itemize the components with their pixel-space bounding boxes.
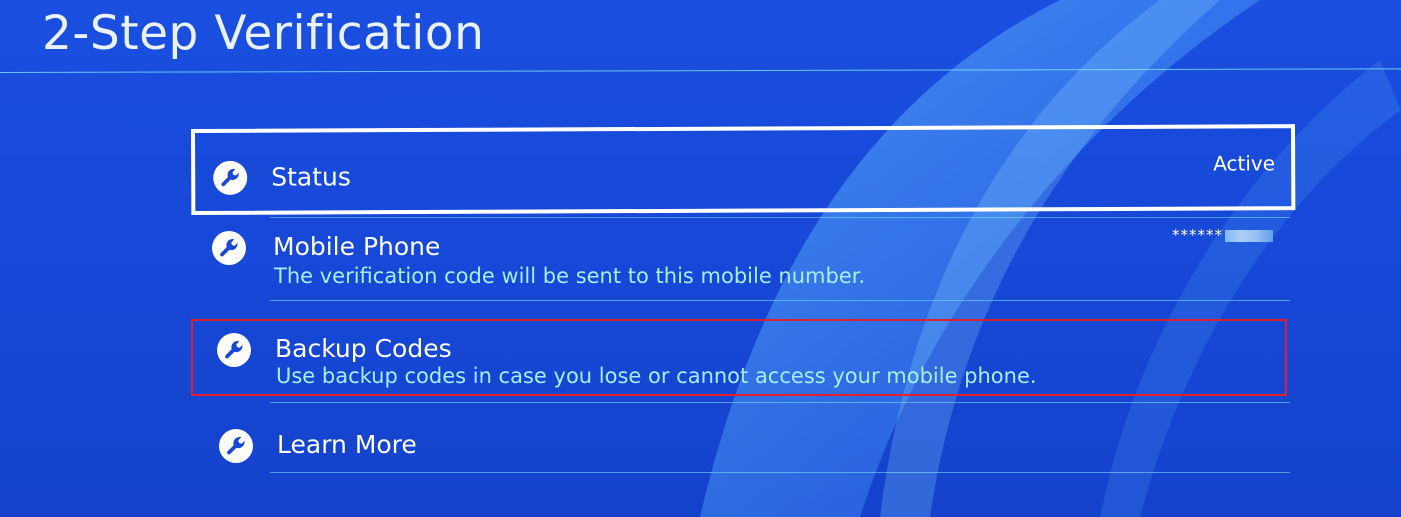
divider xyxy=(270,217,1290,218)
redacted-digits xyxy=(1225,229,1273,242)
wrench-icon xyxy=(219,429,253,463)
divider xyxy=(270,402,1290,403)
status-value: Active xyxy=(1213,151,1276,176)
menu-item-mobile-phone[interactable]: Mobile Phone The verification code will … xyxy=(196,220,1290,302)
mobile-phone-value: ****** xyxy=(1172,226,1273,244)
wrench-icon xyxy=(212,231,246,265)
mobile-phone-description: The verification code will be sent to th… xyxy=(274,264,866,288)
settings-menu: Status Active Mobile Phone The verificat… xyxy=(0,0,1401,517)
learn-more-label: Learn More xyxy=(277,430,417,459)
masked-phone-number: ****** xyxy=(1172,226,1223,244)
status-label: Status xyxy=(271,162,351,192)
divider xyxy=(270,300,1290,301)
divider xyxy=(270,472,1290,473)
wrench-icon xyxy=(213,160,248,195)
wrench-icon xyxy=(217,333,251,367)
menu-item-learn-more[interactable]: Learn More xyxy=(196,405,1290,475)
backup-codes-description: Use backup codes in case you lose or can… xyxy=(276,364,1037,388)
mobile-phone-label: Mobile Phone xyxy=(273,232,441,261)
backup-codes-label: Backup Codes xyxy=(275,334,452,363)
menu-item-status[interactable]: Status Active xyxy=(191,124,1296,215)
menu-item-backup-codes[interactable]: Backup Codes Use backup codes in case yo… xyxy=(191,319,1287,396)
